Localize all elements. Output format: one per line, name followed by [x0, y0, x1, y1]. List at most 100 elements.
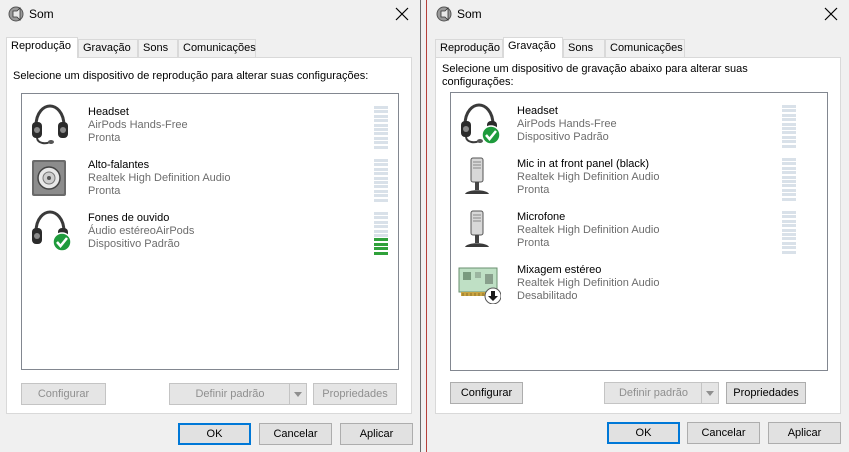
- device-item-mic-front-panel[interactable]: Mic in at front panel (black) Realtek Hi…: [451, 150, 827, 202]
- speaker-icon: [31, 159, 67, 197]
- ok-button[interactable]: OK: [607, 422, 680, 444]
- device-item-headset[interactable]: Headset AirPods Hands-Free Dispositivo P…: [451, 97, 827, 149]
- device-status: Pronta: [517, 237, 550, 249]
- device-name: Alto-falantes: [88, 159, 150, 171]
- configure-button[interactable]: Configurar: [21, 383, 106, 405]
- instruction-text: Selecione um dispositivo de gravação aba…: [442, 63, 748, 89]
- device-list[interactable]: Headset AirPods Hands-Free Dispositivo P…: [450, 92, 828, 371]
- meter-segment: [374, 128, 388, 131]
- tab-recording[interactable]: Gravação: [78, 39, 138, 57]
- tab-sounds[interactable]: Sons: [138, 39, 178, 57]
- microphone-icon: [464, 210, 490, 248]
- instruction-line-1: Selecione um dispositivo de gravação aba…: [442, 63, 748, 75]
- level-meter: [782, 105, 796, 149]
- tab-communications[interactable]: Comunicações: [605, 39, 685, 57]
- set-default-button[interactable]: Definir padrão: [169, 383, 307, 405]
- meter-segment: [374, 212, 388, 215]
- meter-segment: [374, 110, 388, 114]
- level-meter: [782, 158, 796, 202]
- device-list[interactable]: Headset AirPods Hands-Free Pronta Alto-f…: [21, 93, 399, 370]
- set-default-button[interactable]: Definir padrão: [604, 382, 719, 404]
- tab-recording[interactable]: Gravação: [503, 37, 563, 58]
- device-description: AirPods Hands-Free: [517, 118, 617, 130]
- apply-button[interactable]: Aplicar: [340, 423, 413, 445]
- set-default-label: Definir padrão: [618, 387, 689, 399]
- title-bar: Som: [0, 0, 420, 28]
- meter-segment: [782, 224, 796, 228]
- meter-segment: [782, 144, 796, 148]
- cancel-button[interactable]: Cancelar: [687, 422, 760, 444]
- title-bar: Som: [428, 0, 849, 28]
- meter-segment: [782, 122, 796, 126]
- level-meter: [374, 159, 388, 203]
- chevron-down-icon[interactable]: [289, 384, 306, 404]
- meter-segment: [782, 158, 796, 161]
- tab-panel: Selecione um dispositivo de gravação aba…: [435, 57, 841, 414]
- configure-button[interactable]: Configurar: [450, 382, 523, 404]
- meter-segment: [782, 135, 796, 139]
- device-name: Fones de ouvido: [88, 212, 170, 224]
- meter-segment: [782, 184, 796, 188]
- device-status: Pronta: [88, 185, 121, 197]
- device-status: Pronta: [517, 184, 550, 196]
- meter-segment: [782, 162, 796, 166]
- apply-button[interactable]: Aplicar: [768, 422, 841, 444]
- meter-segment: [374, 225, 388, 229]
- meter-segment: [782, 250, 796, 254]
- device-item-headphones[interactable]: Fones de ouvido Áudio estéreoAirPods Dis…: [22, 204, 398, 256]
- device-item-microphone[interactable]: Microfone Realtek High Definition Audio …: [451, 203, 827, 255]
- meter-segment: [782, 175, 796, 179]
- close-icon[interactable]: [390, 2, 414, 26]
- meter-segment: [782, 233, 796, 236]
- meter-segment: [374, 163, 388, 167]
- tab-panel: Selecione um dispositivo de reprodução p…: [6, 57, 412, 414]
- device-status: Pronta: [88, 132, 121, 144]
- meter-segment: [782, 215, 796, 219]
- device-description: Realtek High Definition Audio: [88, 172, 231, 184]
- meter-segment: [374, 216, 388, 220]
- meter-segment: [374, 132, 388, 136]
- device-name: Headset: [517, 105, 558, 117]
- device-name: Mic in at front panel (black): [517, 158, 650, 170]
- chevron-down-icon[interactable]: [701, 383, 718, 403]
- properties-button[interactable]: Propriedades: [313, 383, 397, 405]
- device-status: Dispositivo Padrão: [517, 131, 609, 143]
- close-icon[interactable]: [819, 2, 843, 26]
- device-description: Realtek High Definition Audio: [517, 224, 660, 236]
- meter-segment: [374, 242, 388, 246]
- meter-segment: [374, 229, 388, 233]
- default-check-icon: [51, 231, 72, 252]
- sound-dialog-recording: Som Reprodução Gravação Sons Comunicaçõe…: [428, 0, 849, 452]
- device-item-speakers[interactable]: Alto-falantes Realtek High Definition Au…: [22, 151, 398, 203]
- meter-segment: [374, 159, 388, 162]
- ok-button[interactable]: OK: [178, 423, 251, 445]
- meter-segment: [374, 106, 388, 109]
- tab-playback[interactable]: Reprodução: [6, 37, 78, 58]
- cancel-button[interactable]: Cancelar: [259, 423, 332, 445]
- meter-segment: [782, 140, 796, 144]
- meter-segment: [374, 119, 388, 123]
- meter-segment: [782, 237, 796, 241]
- device-status: Dispositivo Padrão: [88, 238, 180, 250]
- meter-segment: [374, 189, 388, 193]
- properties-button[interactable]: Propriedades: [726, 382, 806, 404]
- set-default-label: Definir padrão: [195, 388, 265, 400]
- meter-segment: [782, 131, 796, 135]
- tab-playback[interactable]: Reprodução: [435, 39, 503, 57]
- meter-segment: [374, 194, 388, 198]
- instruction-line-2: configurações:: [442, 76, 514, 88]
- meter-segment: [374, 176, 388, 180]
- device-name: Headset: [88, 106, 129, 118]
- meter-segment: [782, 109, 796, 113]
- tab-communications[interactable]: Comunicações: [178, 39, 256, 57]
- meter-segment: [374, 238, 388, 242]
- meter-segment: [374, 172, 388, 176]
- device-item-headset[interactable]: Headset AirPods Hands-Free Pronta: [22, 98, 398, 150]
- meter-segment: [782, 118, 796, 122]
- headset-icon: [459, 103, 501, 145]
- tab-sounds[interactable]: Sons: [563, 39, 605, 57]
- meter-segment: [374, 220, 388, 224]
- meter-segment: [374, 141, 388, 145]
- window-title: Som: [29, 7, 54, 21]
- device-item-stereo-mix[interactable]: Mixagem estéreo Realtek High Definition …: [451, 256, 827, 308]
